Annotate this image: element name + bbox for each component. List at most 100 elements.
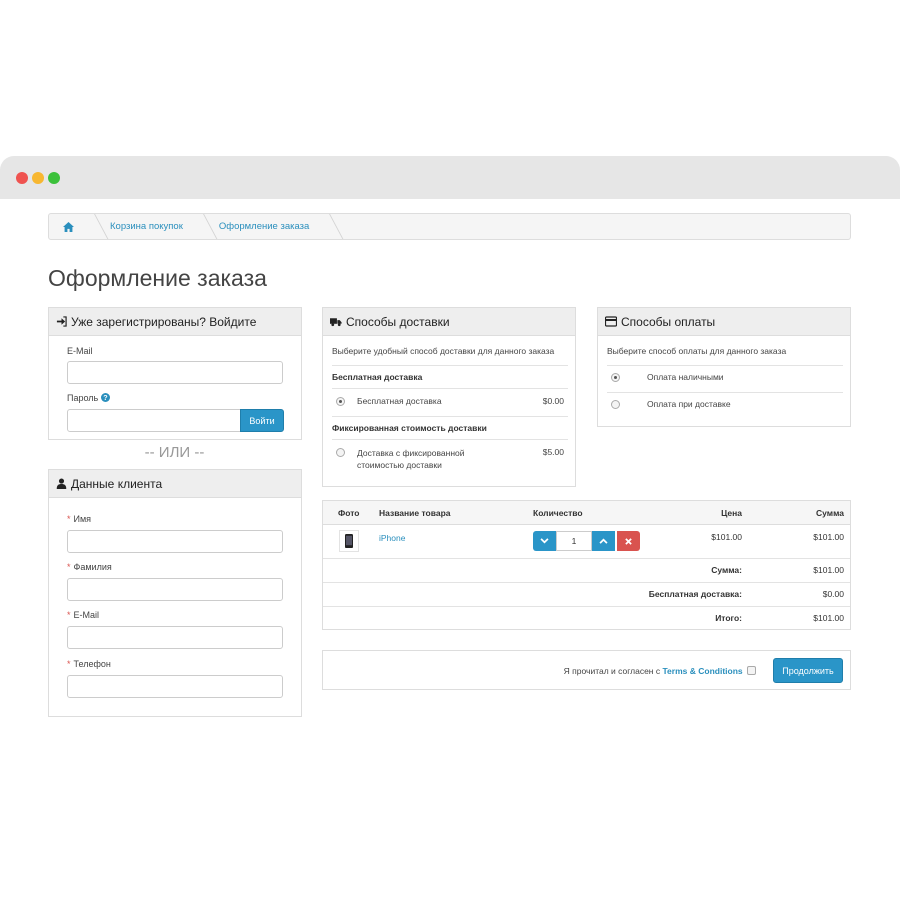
phone-icon <box>345 534 353 548</box>
grand-total-value: $101.00 <box>813 613 844 623</box>
shipping-panel: Способы доставки Выберите удобный способ… <box>322 307 576 487</box>
terms-agreement: Я прочитал и согласен с Terms & Conditio… <box>564 666 756 676</box>
payment-divider <box>607 392 843 393</box>
required-marker: * <box>67 659 71 669</box>
login-password-input[interactable] <box>67 409 241 432</box>
subtotal-value: $101.00 <box>813 565 844 575</box>
chevron-down-icon <box>540 538 549 544</box>
sign-in-icon <box>56 316 67 327</box>
home-icon <box>63 221 74 232</box>
login-panel-heading: Уже зарегистрированы? Войдите <box>49 308 301 336</box>
free-shipping-radio[interactable] <box>336 397 345 406</box>
user-icon <box>56 478 67 489</box>
cart-table-header: Фото Название товара Количество Цена Сум… <box>323 501 850 525</box>
customer-email-label-text: E-Mail <box>73 610 100 620</box>
item-total: $101.00 <box>813 532 844 542</box>
shipping-description: Выберите удобный способ доставки для дан… <box>332 346 555 356</box>
grand-total-label: Итого: <box>715 613 742 623</box>
password-label-text: Пароль <box>67 393 99 403</box>
qty-decrease-button[interactable] <box>533 531 556 551</box>
flat-shipping-label-line2: стоимостью доставки <box>357 460 442 470</box>
email-label: E-Mail <box>67 346 93 356</box>
browser-title-bar <box>0 156 900 199</box>
payment-cash-option[interactable]: Оплата наличными <box>607 372 843 386</box>
payment-cod-radio[interactable] <box>611 400 620 409</box>
truck-icon <box>330 318 342 327</box>
terms-checkbox[interactable] <box>747 666 756 675</box>
payment-divider <box>607 365 843 366</box>
free-shipping-title: Бесплатная доставка <box>332 365 568 389</box>
col-price: Цена <box>721 508 742 518</box>
phone-label-text: Телефон <box>73 659 111 669</box>
payment-panel-title: Способы оплаты <box>621 314 716 329</box>
password-label: Пароль ? <box>67 393 110 403</box>
login-panel-title: Уже зарегистрированы? Войдите <box>71 314 257 329</box>
required-marker: * <box>67 514 71 524</box>
question-circle-icon[interactable]: ? <box>100 393 110 402</box>
minimize-window-dot[interactable] <box>32 172 44 184</box>
terms-link[interactable]: Terms & Conditions <box>663 666 743 676</box>
free-shipping-price: $0.00 <box>542 396 564 406</box>
cart-item-row: iPhone 1 $101.00 $101.00 <box>323 525 850 582</box>
continue-button[interactable]: Продолжить <box>773 658 843 683</box>
payment-panel-heading: Способы оплаты <box>598 308 850 336</box>
breadcrumb-cart[interactable]: Корзина покупок <box>94 214 203 239</box>
breadcrumb-checkout[interactable]: Оформление заказа <box>203 214 329 239</box>
customer-email-input[interactable] <box>67 626 283 649</box>
customer-email-label: * E-Mail <box>67 610 99 620</box>
flat-shipping-title: Фиксированная стоимость доставки <box>332 416 568 440</box>
flat-shipping-label-line1: Доставка с фиксированной <box>357 448 465 458</box>
shipping-total-label: Бесплатная доставка: <box>648 589 742 599</box>
customer-panel-title: Данные клиента <box>71 476 163 491</box>
qty-increase-button[interactable] <box>592 531 615 551</box>
remove-item-button[interactable] <box>617 531 640 551</box>
close-window-dot[interactable] <box>16 172 28 184</box>
flat-shipping-radio[interactable] <box>336 448 345 457</box>
payment-cash-label: Оплата наличными <box>647 372 724 382</box>
login-email-input[interactable] <box>67 361 283 384</box>
login-panel: Уже зарегистрированы? Войдите E-Mail Пар… <box>48 307 302 440</box>
customer-panel-heading: Данные клиента <box>49 470 301 498</box>
payment-panel: Способы оплаты Выберите способ оплаты дл… <box>597 307 851 427</box>
first-name-label-text: Имя <box>73 514 92 524</box>
item-price: $101.00 <box>711 532 742 542</box>
cart-divider <box>323 582 850 583</box>
payment-cod-label: Оплата при доставке <box>647 399 731 409</box>
product-thumbnail[interactable] <box>339 530 359 552</box>
payment-cod-option[interactable]: Оплата при доставке <box>607 399 843 413</box>
col-photo: Фото <box>338 508 360 518</box>
qty-input[interactable]: 1 <box>556 531 592 551</box>
payment-cash-radio[interactable] <box>611 373 620 382</box>
credit-card-icon <box>605 316 617 327</box>
maximize-window-dot[interactable] <box>48 172 60 184</box>
phone-input[interactable] <box>67 675 283 698</box>
required-marker: * <box>67 562 71 572</box>
login-button[interactable]: Войти <box>240 409 284 432</box>
first-name-input[interactable] <box>67 530 283 553</box>
chevron-up-icon <box>599 538 608 544</box>
breadcrumb-home[interactable] <box>49 214 94 239</box>
confirm-bar: Я прочитал и согласен с Terms & Conditio… <box>322 650 851 690</box>
last-name-input[interactable] <box>67 578 283 601</box>
svg-text:?: ? <box>103 393 107 402</box>
col-total: Сумма <box>816 508 844 518</box>
first-name-label: * Имя <box>67 514 91 524</box>
flat-shipping-option[interactable]: Доставка с фиксированной стоимостью дост… <box>332 447 568 473</box>
close-icon <box>625 537 632 545</box>
phone-label: * Телефон <box>67 659 111 669</box>
subtotal-label: Сумма: <box>711 565 742 575</box>
last-name-label-text: Фамилия <box>73 562 112 572</box>
free-shipping-option[interactable]: Бесплатная доставка $0.00 <box>332 396 568 410</box>
page-content: Корзина покупок Оформление заказа Оформл… <box>0 199 900 744</box>
shipping-panel-title: Способы доставки <box>346 314 450 329</box>
agree-text: Я прочитал и согласен с <box>563 666 661 676</box>
free-shipping-label: Бесплатная доставка <box>357 396 442 406</box>
cart-divider <box>323 606 850 607</box>
last-name-label: * Фамилия <box>67 562 112 572</box>
shipping-panel-heading: Способы доставки <box>323 308 575 336</box>
required-marker: * <box>67 610 71 620</box>
product-name-link[interactable]: iPhone <box>379 533 405 543</box>
col-name: Название товара <box>379 508 451 518</box>
col-qty: Количество <box>533 508 583 518</box>
cart-table: Фото Название товара Количество Цена Сум… <box>322 500 851 630</box>
